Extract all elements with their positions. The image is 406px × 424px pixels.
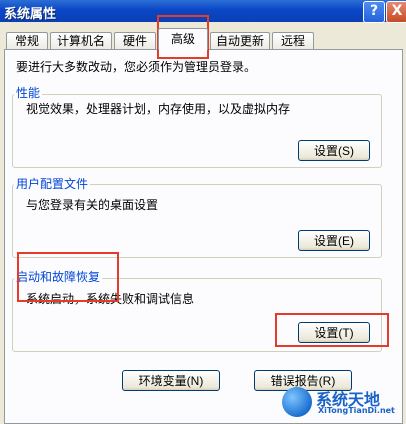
startup-recovery-description: 系统启动，系统失败和调试信息	[26, 292, 195, 306]
tab-remote[interactable]: 远程	[272, 32, 314, 49]
tab-advanced[interactable]: 高级	[158, 28, 208, 50]
startup-recovery-legend: 启动和故障恢复	[14, 268, 103, 285]
title-bar: 系统属性 ? X	[0, 0, 406, 23]
user-profiles-description: 与您登录有关的桌面设置	[26, 198, 159, 212]
close-button[interactable]: X	[386, 1, 406, 23]
watermark-logo-icon	[282, 387, 312, 417]
user-profiles-legend: 用户配置文件	[14, 175, 91, 192]
tab-computer-name[interactable]: 计算机名	[50, 32, 112, 49]
watermark-subtitle: XiTongTianDi.net	[318, 406, 395, 415]
admin-notice: 要进行大多数改动，您必须作为管理员登录。	[16, 60, 257, 74]
environment-variables-button[interactable]: 环境变量(N)	[122, 370, 220, 391]
tab-general[interactable]: 常规	[6, 32, 48, 49]
tab-auto-update[interactable]: 自动更新	[210, 32, 270, 49]
help-button[interactable]: ?	[363, 1, 385, 23]
watermark: 系统天地 XiTongTianDi.net	[282, 386, 402, 420]
startup-recovery-settings-button[interactable]: 设置(T)	[298, 322, 370, 343]
tab-strip: 常规 计算机名 硬件 高级 自动更新 远程	[0, 28, 406, 50]
performance-settings-button[interactable]: 设置(S)	[298, 140, 370, 161]
performance-legend: 性能	[14, 84, 43, 101]
performance-description: 视觉效果，处理器计划，内存使用，以及虚拟内存	[26, 102, 291, 116]
user-profiles-settings-button[interactable]: 设置(E)	[298, 230, 370, 251]
tab-hardware[interactable]: 硬件	[114, 32, 156, 49]
window-title: 系统属性	[4, 7, 57, 22]
